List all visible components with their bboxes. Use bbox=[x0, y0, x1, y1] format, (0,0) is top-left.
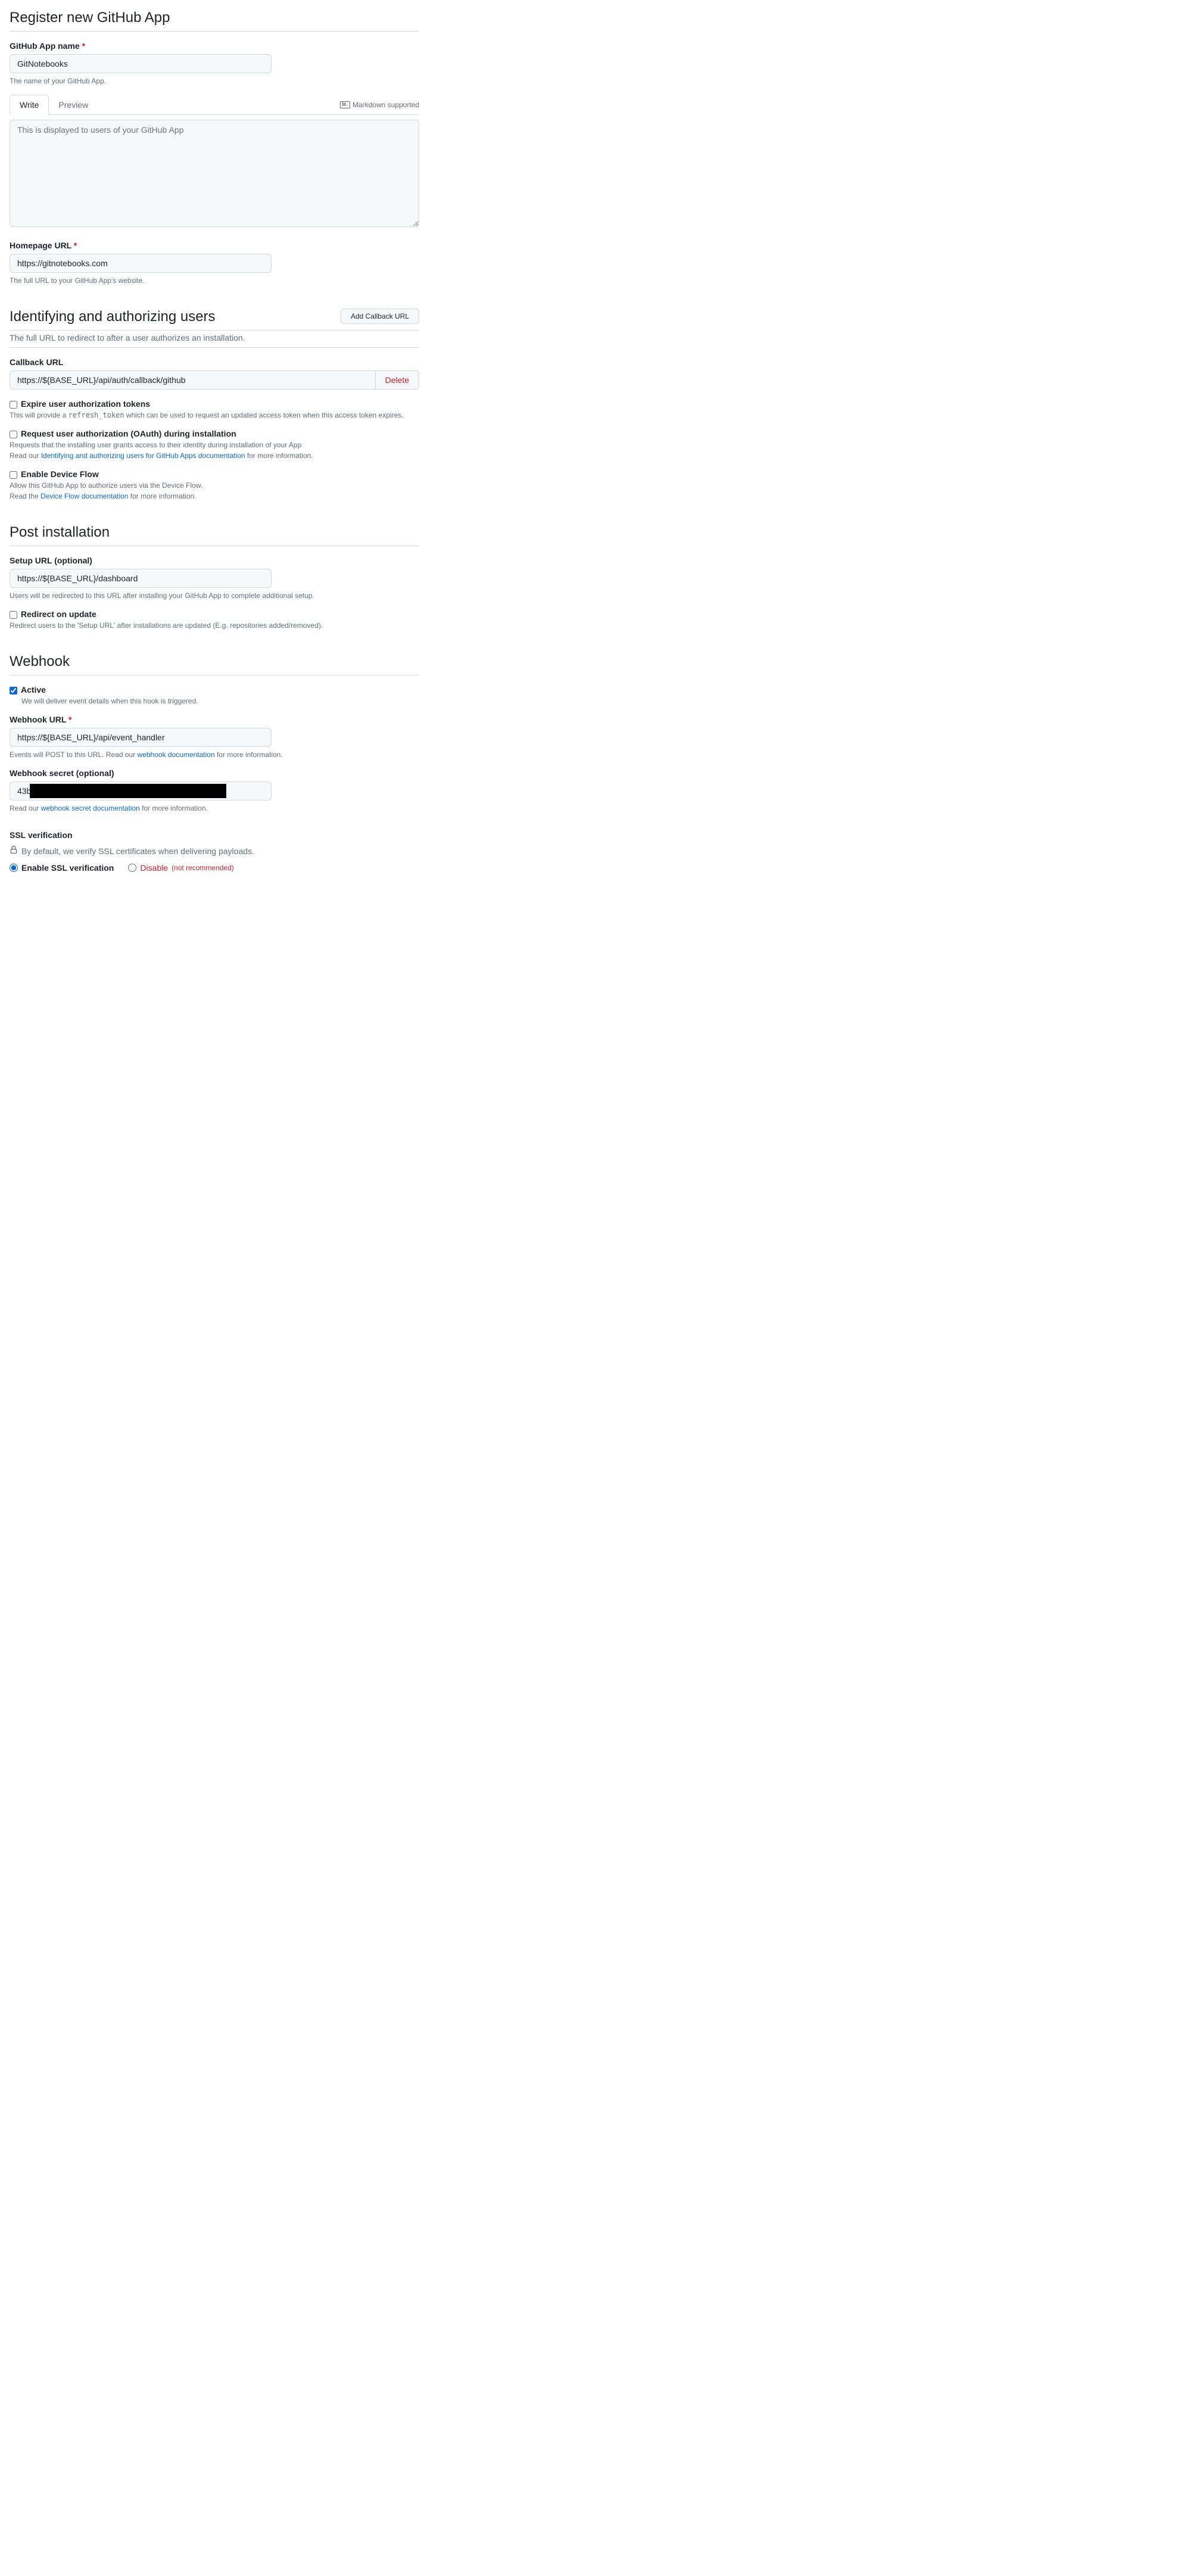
post-install-title: Post installation bbox=[10, 524, 419, 546]
redirect-update-checkbox[interactable] bbox=[10, 611, 17, 619]
homepage-help: The full URL to your GitHub App's websit… bbox=[10, 276, 419, 285]
device-flow-checkbox[interactable] bbox=[10, 471, 17, 479]
description-textarea[interactable] bbox=[10, 120, 419, 227]
homepage-group: Homepage URL * The full URL to your GitH… bbox=[10, 241, 419, 285]
redirect-update-group: Redirect on update Redirect users to the… bbox=[10, 609, 419, 630]
redirect-update-label: Redirect on update bbox=[21, 609, 96, 619]
ssl-radio-group: Enable SSL verification Disable (not rec… bbox=[10, 863, 419, 873]
setup-url-input[interactable] bbox=[10, 569, 272, 588]
expire-tokens-help: This will provide a refresh_token which … bbox=[10, 411, 419, 419]
tab-preview[interactable]: Preview bbox=[49, 95, 98, 114]
ssl-disable-note: (not recommended) bbox=[172, 864, 234, 872]
callback-group: Callback URL Delete bbox=[10, 357, 419, 390]
webhook-title: Webhook bbox=[10, 653, 419, 675]
callback-delete-button[interactable]: Delete bbox=[375, 371, 419, 389]
setup-url-help: Users will be redirected to this URL aft… bbox=[10, 591, 419, 600]
webhook-url-group: Webhook URL * Events will POST to this U… bbox=[10, 715, 419, 759]
description-group: Write Preview M↓ Markdown supported bbox=[10, 95, 419, 229]
webhook-active-group: Active We will deliver event details whe… bbox=[10, 685, 419, 705]
redirect-update-help: Redirect users to the 'Setup URL' after … bbox=[10, 621, 419, 630]
markdown-supported[interactable]: M↓ Markdown supported bbox=[340, 101, 419, 109]
oauth-help-2: Read our Identifying and authorizing use… bbox=[10, 451, 419, 460]
device-flow-group: Enable Device Flow Allow this GitHub App… bbox=[10, 469, 419, 500]
webhook-url-label: Webhook URL * bbox=[10, 715, 419, 724]
ssl-enable-label: Enable SSL verification bbox=[21, 863, 114, 873]
expire-tokens-label: Expire user authorization tokens bbox=[21, 399, 150, 409]
expire-tokens-checkbox[interactable] bbox=[10, 401, 17, 409]
webhook-secret-help: Read our webhook secret documentation fo… bbox=[10, 804, 419, 812]
ssl-enable-radio[interactable] bbox=[10, 864, 18, 872]
add-callback-button[interactable]: Add Callback URL bbox=[341, 309, 419, 324]
webhook-secret-group: Webhook secret (optional) Read our webho… bbox=[10, 768, 419, 812]
callback-label: Callback URL bbox=[10, 357, 419, 367]
markdown-icon: M↓ bbox=[340, 101, 350, 108]
tab-write[interactable]: Write bbox=[10, 95, 49, 115]
webhook-active-checkbox[interactable] bbox=[10, 687, 17, 694]
setup-url-group: Setup URL (optional) Users will be redir… bbox=[10, 556, 419, 600]
oauth-help-1: Requests that the installing user grants… bbox=[10, 441, 419, 449]
ssl-disable-option[interactable]: Disable (not recommended) bbox=[128, 863, 233, 873]
webhook-docs-link[interactable]: webhook documentation bbox=[138, 750, 215, 759]
app-name-label: GitHub App name * bbox=[10, 41, 419, 51]
app-name-help: The name of your GitHub App. bbox=[10, 77, 419, 85]
oauth-checkbox[interactable] bbox=[10, 431, 17, 438]
expire-tokens-group: Expire user authorization tokens This wi… bbox=[10, 399, 419, 419]
webhook-active-label: Active bbox=[21, 685, 46, 694]
identifying-subtitle: The full URL to redirect to after a user… bbox=[10, 333, 419, 342]
secret-redaction bbox=[30, 784, 226, 798]
homepage-label: Homepage URL * bbox=[10, 241, 419, 250]
identifying-header: Identifying and authorizing users Add Ca… bbox=[10, 309, 419, 331]
identifying-title: Identifying and authorizing users bbox=[10, 309, 216, 325]
setup-url-label: Setup URL (optional) bbox=[10, 556, 419, 565]
webhook-secret-label: Webhook secret (optional) bbox=[10, 768, 419, 778]
homepage-input[interactable] bbox=[10, 254, 272, 273]
ssl-title: SSL verification bbox=[10, 830, 419, 840]
webhook-active-help: We will deliver event details when this … bbox=[21, 697, 419, 705]
webhook-url-input[interactable] bbox=[10, 728, 272, 747]
device-flow-label: Enable Device Flow bbox=[21, 469, 99, 479]
description-tabs: Write Preview M↓ Markdown supported bbox=[10, 95, 419, 115]
webhook-url-help: Events will POST to this URL. Read our w… bbox=[10, 750, 419, 759]
page-title: Register new GitHub App bbox=[10, 10, 419, 32]
lock-icon bbox=[10, 846, 18, 856]
device-flow-help-1: Allow this GitHub App to authorize users… bbox=[10, 481, 419, 490]
ssl-default-text: By default, we verify SSL certificates w… bbox=[10, 846, 419, 856]
device-flow-docs-link[interactable]: Device Flow documentation bbox=[40, 492, 128, 500]
ssl-disable-label: Disable bbox=[140, 863, 168, 873]
app-name-input[interactable] bbox=[10, 54, 272, 73]
oauth-group: Request user authorization (OAuth) durin… bbox=[10, 429, 419, 460]
oauth-label: Request user authorization (OAuth) durin… bbox=[21, 429, 236, 438]
ssl-enable-option[interactable]: Enable SSL verification bbox=[10, 863, 114, 873]
callback-input[interactable] bbox=[10, 371, 375, 389]
ssl-disable-radio[interactable] bbox=[128, 864, 136, 872]
oauth-docs-link[interactable]: Identifying and authorizing users for Gi… bbox=[41, 451, 245, 460]
device-flow-help-2: Read the Device Flow documentation for m… bbox=[10, 492, 419, 500]
app-name-group: GitHub App name * The name of your GitHu… bbox=[10, 41, 419, 85]
webhook-secret-docs-link[interactable]: webhook secret documentation bbox=[41, 804, 140, 812]
